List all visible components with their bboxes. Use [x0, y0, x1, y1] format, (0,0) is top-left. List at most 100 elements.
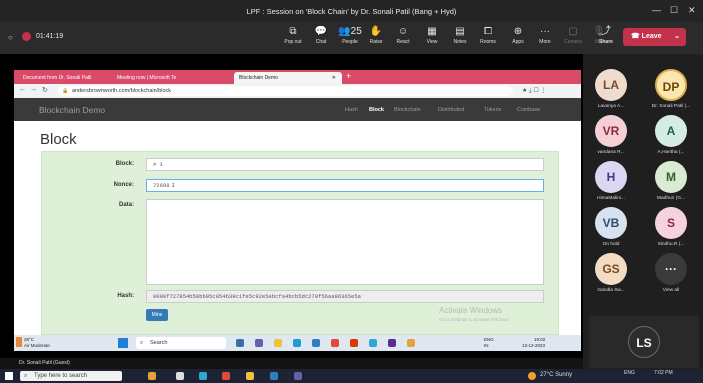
teams-icon[interactable] — [294, 372, 302, 380]
recording-icon — [22, 32, 31, 41]
remote-app-icon[interactable] — [274, 339, 282, 347]
rooms-button[interactable]: ⧠ Rooms — [475, 25, 501, 45]
edge-icon[interactable] — [199, 372, 207, 380]
site-brand[interactable]: Blockchain Demo — [39, 105, 105, 115]
rooms-icon: ⧠ — [484, 26, 492, 37]
minimize-icon[interactable]: — — [652, 5, 661, 15]
phone-icon: ☎ — [631, 33, 642, 40]
pop-out-button[interactable]: ⧉ Pop out — [280, 25, 306, 45]
data-textarea[interactable] — [146, 199, 544, 285]
participant-name: HimaMalini... — [597, 196, 625, 201]
participant-name: View all — [662, 288, 680, 293]
nav-tokens[interactable]: Tokens — [484, 107, 501, 113]
react-button[interactable]: ☺ React — [390, 25, 416, 45]
data-label: Data: — [118, 202, 134, 208]
windows-start-icon[interactable] — [5, 372, 13, 380]
meeting-title: LPF : Session on 'Block Chain' by Dr. So… — [246, 7, 457, 16]
search-icon: ⌕ — [140, 340, 144, 346]
extensions-icon[interactable]: ★ ⤓ ☐ ⋮ — [522, 87, 546, 95]
participant-avatar[interactable]: M — [655, 161, 687, 193]
meeting-toolbar: ○ 01:41:19 ⧉ Pop out 💬 Chat 👥25 People ✋ Raise ☺… — [0, 22, 703, 54]
toolbar-label: Rooms — [480, 39, 496, 45]
hash-value: 0000f727854b58bb95c054b39c1fe5c92e5ebcfa… — [146, 290, 544, 303]
toolbar-label: Apps — [512, 39, 524, 45]
notes-button[interactable]: ▤ Notes — [447, 25, 473, 45]
participant-name: Gandla Sw... — [597, 288, 625, 293]
toolbar-label: Raise — [369, 39, 383, 45]
forward-icon[interactable]: → — [30, 86, 37, 93]
remote-search-input[interactable]: ⌕ Search — [136, 337, 226, 349]
windows-start-icon[interactable] — [118, 338, 128, 348]
tab-close-icon[interactable]: ✕ — [332, 72, 336, 84]
participant-avatar[interactable]: VR — [595, 115, 627, 147]
browser-tab[interactable]: Meeting now | Microsoft Te — [112, 72, 232, 84]
self-avatar: LS — [628, 326, 660, 358]
remote-app-icon[interactable] — [293, 339, 301, 347]
word-icon[interactable] — [270, 372, 278, 380]
remote-lang[interactable]: ENG — [484, 337, 494, 342]
participant-avatar[interactable]: GS — [595, 253, 627, 285]
mine-button[interactable]: Mine — [146, 309, 168, 321]
participant-avatar[interactable]: H — [595, 161, 627, 193]
view-button[interactable]: ▦ View — [419, 25, 445, 45]
participant-name: A.Haritha (... — [657, 150, 685, 155]
nonce-input[interactable]: 72608 I — [146, 179, 544, 192]
browser-tab-active[interactable]: Blockchain Demo ✕ — [234, 72, 342, 84]
camera-button[interactable]: ▢ Camera — [560, 25, 586, 45]
teams-title-bar: LPF : Session on 'Block Chain' by Dr. So… — [0, 0, 703, 22]
apps-button[interactable]: ⊕ Apps — [505, 25, 531, 45]
toolbar-label: Camera — [564, 39, 582, 45]
nav-hash[interactable]: Hash — [345, 107, 358, 113]
nav-block[interactable]: Block — [369, 107, 384, 113]
close-icon[interactable]: ✕ — [688, 5, 696, 16]
remote-app-icon[interactable] — [369, 339, 377, 347]
nav-distributed[interactable]: Distributed — [438, 107, 464, 113]
browser-address-bar: ← → ↻ 🔒 andersbrownworth.com/blockchain/b… — [14, 84, 581, 98]
chevron-down-icon[interactable]: ⌄ — [674, 28, 680, 46]
browser-tab[interactable]: Document from Dr. Sonali Patil — [18, 72, 110, 84]
remote-app-icon[interactable] — [236, 339, 244, 347]
back-icon[interactable]: ← — [19, 86, 26, 93]
taskbar-search-input[interactable]: ⌕ Type here to search — [20, 371, 122, 381]
remote-app-icon[interactable] — [388, 339, 396, 347]
more-button[interactable]: ··· More — [532, 25, 558, 45]
block-number-input[interactable]: # 1 — [146, 158, 544, 171]
nav-blockchain[interactable]: Blockchain — [394, 107, 421, 113]
local-lang[interactable]: ENG — [624, 370, 635, 376]
url-field[interactable]: 🔒 andersbrownworth.com/blockchain/block — [58, 86, 513, 96]
participant-avatar[interactable]: ··· — [655, 253, 687, 285]
participant-name: Madhuri (G... — [657, 196, 685, 201]
participant-avatar[interactable]: LA — [595, 69, 627, 101]
participant-avatar[interactable]: A — [655, 115, 687, 147]
participant-name: On hold — [602, 242, 620, 247]
remote-app-icon[interactable] — [255, 339, 263, 347]
remote-app-icon[interactable] — [331, 339, 339, 347]
remote-app-icon[interactable] — [312, 339, 320, 347]
maximize-icon[interactable]: ☐ — [670, 5, 678, 16]
chat-button[interactable]: 💬 Chat — [308, 25, 334, 45]
activate-windows-watermark: Activate Windows Go to Settings to activ… — [439, 306, 511, 322]
more-icon: ··· — [540, 26, 550, 37]
weather-text[interactable]: 27°C Sunny — [540, 372, 572, 378]
folder-icon[interactable] — [246, 372, 254, 380]
nav-coinbase[interactable]: Coinbase — [517, 107, 540, 113]
remote-app-icon[interactable] — [407, 339, 415, 347]
file-explorer-icon[interactable] — [148, 372, 156, 380]
new-tab-icon[interactable]: + — [346, 71, 351, 81]
share-button[interactable]: ⤴ Share — [593, 25, 619, 45]
participant-avatar[interactable]: DP — [655, 69, 687, 101]
leave-button[interactable]: ☎ Leave ⌄ — [623, 28, 686, 46]
people-button[interactable]: 👥25 People — [337, 25, 363, 45]
participant-avatar[interactable]: S — [655, 207, 687, 239]
chrome-icon[interactable] — [222, 372, 230, 380]
block-form: Block: # 1 Nonce: 72608 I Data: Hash: 000… — [41, 151, 559, 335]
meeting-timer: 01:41:19 — [36, 33, 64, 40]
chat-icon: 💬 — [314, 26, 328, 37]
browser-tab-strip: Document from Dr. Sonali Patil Meeting n… — [14, 70, 581, 84]
task-view-icon[interactable] — [176, 372, 184, 380]
participant-avatar[interactable]: VB — [595, 207, 627, 239]
reload-icon[interactable]: ↻ — [42, 86, 48, 94]
raise-button[interactable]: ✋ Raise — [363, 25, 389, 45]
camera-icon: ▢ — [568, 26, 578, 37]
remote-app-icon[interactable] — [350, 339, 358, 347]
